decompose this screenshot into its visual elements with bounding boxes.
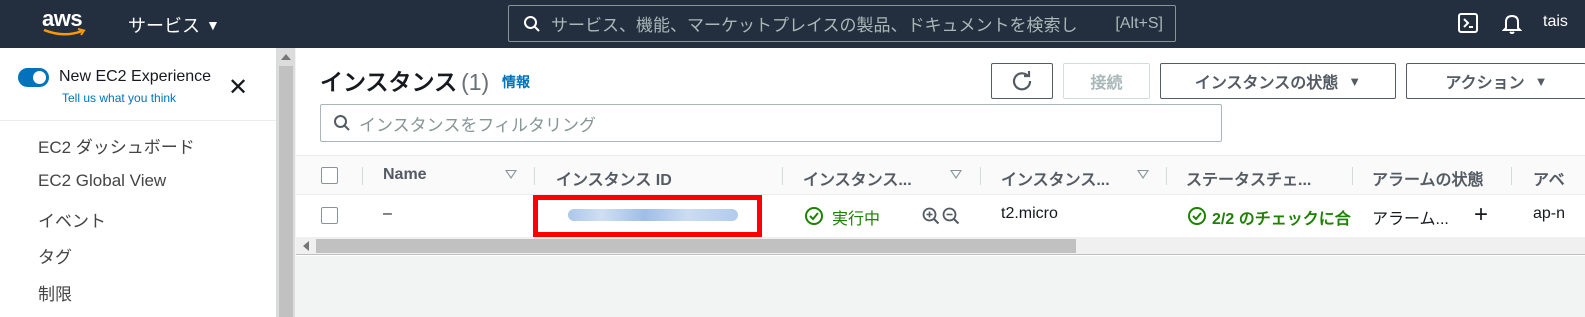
column-header-name[interactable]: Name — [383, 166, 427, 184]
column-divider — [980, 167, 981, 185]
instance-state-cell: 実行中 — [832, 211, 881, 228]
cloudshell-icon[interactable] — [1458, 13, 1478, 33]
search-icon — [524, 15, 540, 32]
scrollbar-thumb[interactable] — [279, 66, 293, 317]
instance-count: (1) — [461, 69, 490, 95]
row-select-checkbox[interactable] — [321, 207, 338, 224]
filter-placeholder: インスタンスをフィルタリング — [359, 115, 596, 135]
top-navigation-bar: aws サービス ▼ サービス、機能、マーケットプレイスの製品、ドキュメントを検… — [0, 0, 1585, 48]
aws-logo-text: aws — [42, 6, 83, 31]
sidebar-scrollbar[interactable] — [277, 48, 295, 317]
close-icon[interactable]: ✕ — [228, 76, 248, 100]
add-alarm-icon[interactable]: + — [1474, 201, 1488, 229]
scroll-left-icon[interactable] — [303, 241, 309, 251]
refresh-icon — [1012, 71, 1032, 91]
status-check-cell: 2/2 のチェックに合 — [1212, 211, 1351, 228]
scrollbar-thumb[interactable] — [316, 239, 1076, 253]
actions-label: アクション — [1445, 75, 1525, 92]
column-divider — [782, 167, 783, 185]
search-icon — [334, 115, 350, 131]
search-shortcut: [Alt+S] — [1115, 14, 1163, 32]
sidebar-item-limits[interactable]: 制限 — [38, 280, 72, 305]
column-divider — [1166, 167, 1167, 185]
column-header-status-check[interactable]: ステータスチェ... — [1186, 166, 1311, 190]
actions-dropdown[interactable]: アクション ▼ — [1406, 63, 1585, 99]
services-label: サービス — [128, 16, 200, 36]
global-search-input[interactable]: サービス、機能、マーケットプレイスの製品、ドキュメントを検索し [Alt+S] — [508, 5, 1176, 42]
select-all-checkbox[interactable] — [321, 167, 338, 184]
sidebar-item-events[interactable]: イベント — [38, 207, 106, 232]
aws-smile-icon — [43, 28, 86, 36]
connect-label: 接続 — [1090, 75, 1123, 92]
instance-state-label: インスタンスの状態 — [1194, 75, 1339, 92]
instance-type-cell: t2.micro — [1001, 205, 1058, 222]
instance-filter-input[interactable]: インスタンスをフィルタリング — [320, 104, 1222, 142]
zoom-out-icon[interactable] — [942, 207, 960, 225]
sidebar: New EC2 Experience Tell us what you thin… — [0, 48, 277, 317]
sidebar-item-ec2-global-view[interactable]: EC2 Global View — [38, 171, 166, 191]
refresh-button[interactable] — [991, 63, 1053, 99]
instance-name-cell: – — [383, 205, 392, 222]
zoom-in-icon[interactable] — [922, 207, 940, 225]
check-circle-icon — [1188, 207, 1206, 225]
caret-down-icon: ▼ — [206, 17, 220, 33]
table-row[interactable]: – 実行中 t2.micro 2/2 のチェックに合 アラーム... + ap-… — [296, 195, 1585, 237]
table-header: Name インスタンス ID インスタンス... インスタンス... ステータス… — [296, 155, 1585, 195]
column-header-instance-type[interactable]: インスタンス... — [1001, 166, 1110, 190]
column-header-instance-id[interactable]: インスタンス ID — [556, 166, 672, 190]
caret-down-icon: ▼ — [1348, 73, 1362, 89]
search-placeholder: サービス、機能、マーケットプレイスの製品、ドキュメントを検索し — [551, 16, 1078, 35]
column-divider — [534, 167, 535, 185]
info-link[interactable]: 情報 — [502, 72, 530, 92]
alarm-state-cell: アラーム... — [1372, 211, 1449, 228]
page-title-text: インスタンス — [320, 69, 458, 95]
column-divider — [362, 167, 363, 185]
bell-icon[interactable] — [1502, 13, 1522, 35]
services-menu[interactable]: サービス ▼ — [128, 12, 220, 38]
page-title: インスタンス (1) — [320, 63, 489, 97]
check-circle-icon — [805, 207, 823, 225]
sidebar-item-ec2-dashboard[interactable]: EC2 ダッシュボード — [38, 133, 195, 158]
new-experience-toggle[interactable] — [18, 68, 49, 87]
availability-zone-cell: ap-n — [1533, 205, 1566, 222]
column-divider — [1352, 167, 1353, 185]
aws-logo[interactable]: aws — [42, 8, 90, 38]
scroll-up-icon[interactable] — [281, 54, 291, 60]
new-experience-label: New EC2 Experience — [59, 68, 212, 85]
sidebar-divider — [0, 120, 276, 121]
table-horizontal-scrollbar[interactable] — [296, 237, 1585, 255]
column-header-alarm-state[interactable]: アラームの状態 — [1372, 166, 1484, 190]
caret-down-icon: ▼ — [1534, 73, 1548, 89]
details-pane-area — [296, 256, 1585, 317]
feedback-link[interactable]: Tell us what you think — [62, 91, 176, 105]
column-divider — [1511, 167, 1512, 185]
highlight-box — [533, 195, 762, 237]
sort-icon[interactable] — [950, 170, 962, 179]
sort-icon[interactable] — [1137, 170, 1149, 179]
connect-button[interactable]: 接続 — [1063, 63, 1150, 99]
column-header-availability-zone[interactable]: アベ — [1533, 166, 1565, 190]
instance-state-dropdown[interactable]: インスタンスの状態 ▼ — [1160, 63, 1396, 99]
sort-icon[interactable] — [505, 170, 517, 179]
column-header-instance-state[interactable]: インスタンス... — [803, 166, 912, 190]
instances-panel: インスタンス (1) 情報 接続 インスタンスの状態 ▼ アクション ▼ インスタ… — [296, 48, 1585, 317]
sidebar-item-tags[interactable]: タグ — [38, 243, 72, 268]
account-menu[interactable]: tais — [1543, 13, 1568, 31]
